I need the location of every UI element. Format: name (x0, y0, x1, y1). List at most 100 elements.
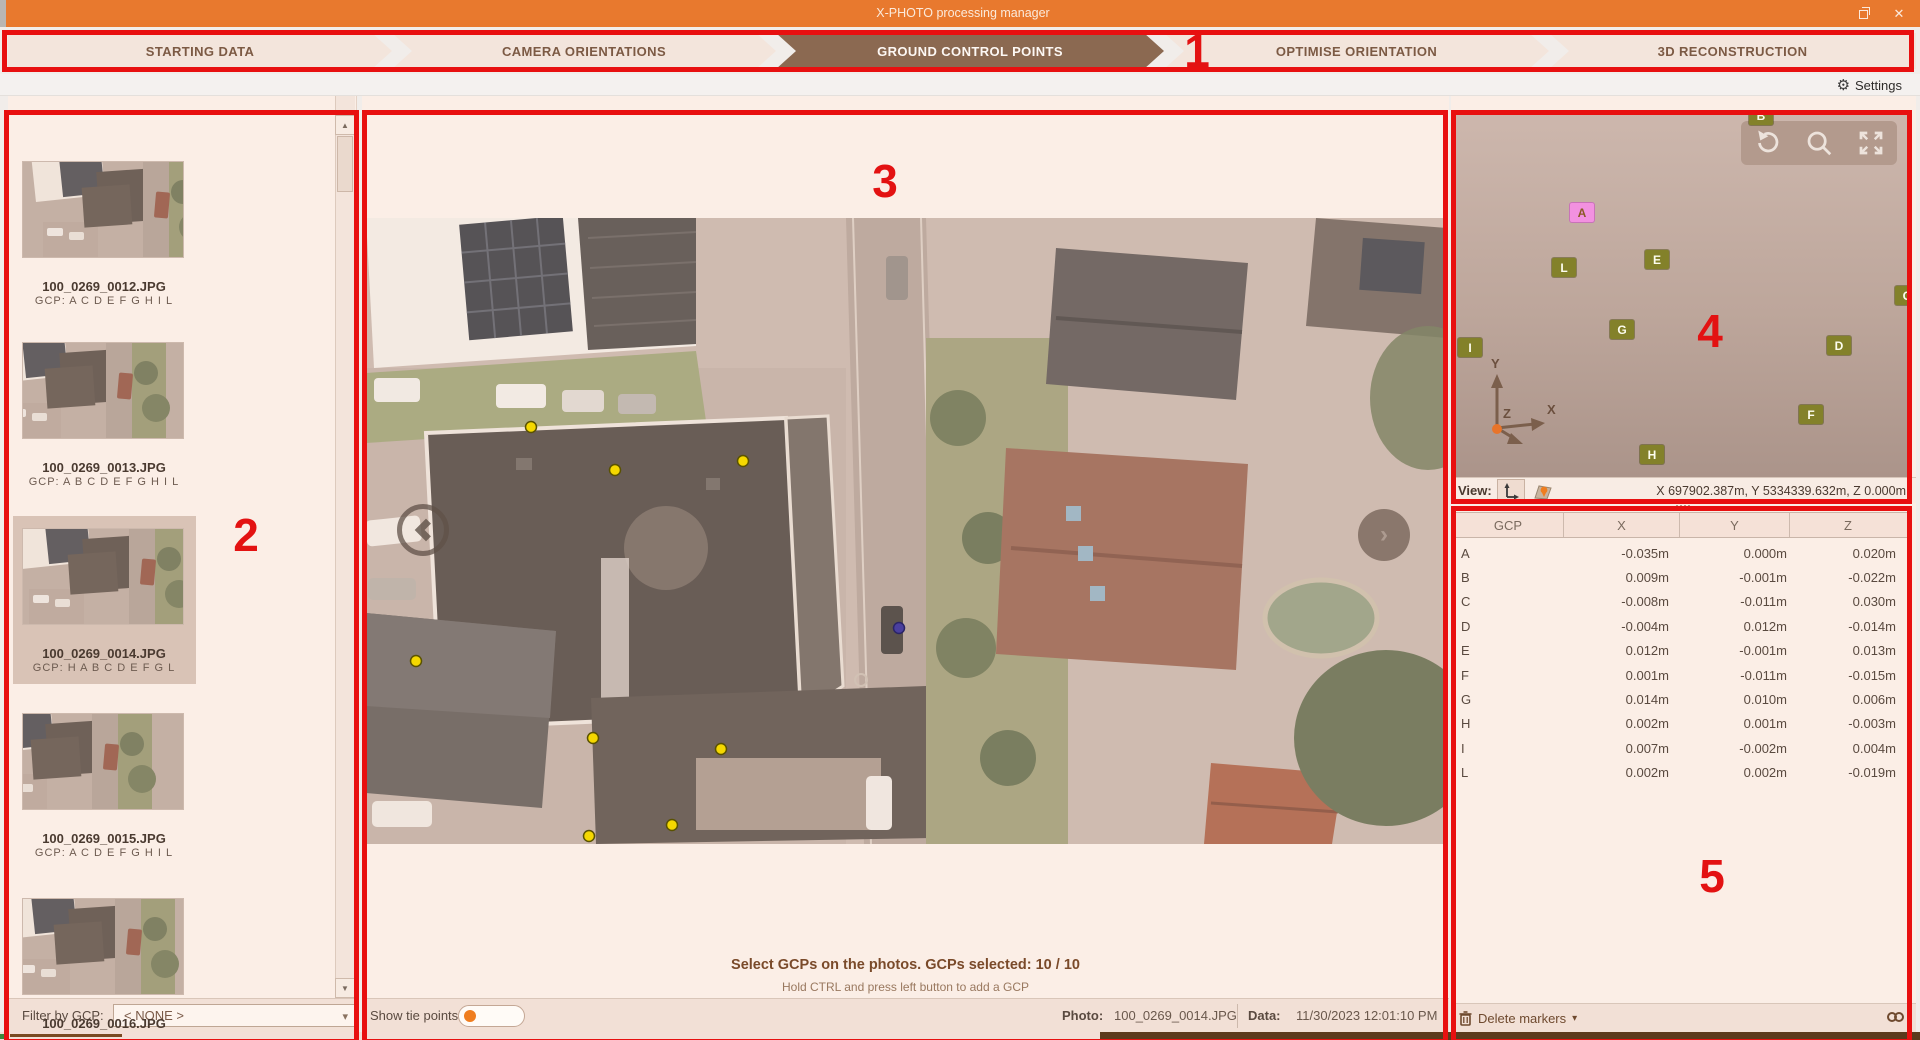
gcp-id-cell: B (1453, 565, 1563, 589)
gcp-marker-l[interactable]: L (1552, 258, 1576, 277)
gcp-id-cell: E (1453, 639, 1563, 663)
column-header-z[interactable]: Z (1789, 513, 1906, 537)
gcp-dot[interactable] (584, 831, 595, 842)
gcp-3d-canvas[interactable]: Y X Z B A E L C G I D F H (1453, 112, 1908, 477)
table-row[interactable]: C-0.008m-0.011m0.030m (1453, 590, 1912, 614)
gcp-dot[interactable] (610, 465, 621, 476)
zoom-icon[interactable] (1804, 128, 1834, 158)
cursor-coordinates: X 697902.387m, Y 5334339.632m, Z 0.000m (1656, 478, 1906, 504)
photo-filename: 100_0269_0016.JPG (8, 1016, 200, 1031)
photo-value: 100_0269_0014.JPG (1114, 999, 1237, 1032)
photo-thumbnail[interactable] (23, 343, 183, 438)
gcp-id-cell: F (1453, 663, 1563, 687)
table-row[interactable]: D-0.004m0.012m-0.014m (1453, 614, 1912, 638)
fullscreen-icon[interactable] (1856, 128, 1886, 158)
svg-text:X: X (1547, 402, 1556, 417)
gcp-dot[interactable] (738, 456, 749, 467)
photo-thumbnail[interactable] (23, 714, 183, 809)
photo-filename: 100_0269_0013.JPG (8, 460, 200, 475)
photo-thumbnail[interactable] (23, 899, 183, 994)
gcp-value-cell: 0.004m (1789, 736, 1906, 760)
aerial-photo-canvas[interactable] (366, 218, 1447, 844)
gcp-marker-a[interactable]: A (1570, 203, 1594, 222)
table-row[interactable]: B0.009m-0.001m-0.022m (1453, 565, 1912, 589)
photo-list-panel: ▲ ▼ Filter by GCP: < NONE > ▾ 100_0269_0… (8, 96, 357, 1032)
gcp-marker-g[interactable]: G (1610, 320, 1634, 339)
scroll-up-button[interactable]: ▲ (335, 115, 355, 135)
column-header-y[interactable]: Y (1679, 513, 1789, 537)
step-3d-reconstruction[interactable]: 3D RECONSTRUCTION (1549, 33, 1916, 69)
gcp-marker-b[interactable]: B (1749, 112, 1773, 125)
view-mode-bar: View: X 697902.387m, Y 5334339.632m, Z 0… (1451, 477, 1916, 503)
next-photo-button[interactable]: › (1358, 509, 1410, 561)
step-camera-orientations[interactable]: CAMERA ORIENTATIONS (392, 33, 776, 69)
gcp-value-cell: -0.011m (1679, 663, 1789, 687)
gcp-marker-h[interactable]: H (1640, 445, 1664, 464)
gcp-value-cell: 0.020m (1789, 541, 1906, 565)
gcp-value-cell: 0.014m (1563, 687, 1679, 711)
gcp-dot[interactable] (588, 733, 599, 744)
taskbar-green-dot (0, 1034, 4, 1039)
close-window-button[interactable]: ✕ (1882, 5, 1916, 23)
photo-thumbnail[interactable] (23, 162, 183, 257)
gcp-marker-d[interactable]: D (1827, 336, 1851, 355)
data-value: 11/30/2023 12:01:10 PM (1296, 999, 1437, 1032)
table-row[interactable]: I0.007m-0.002m0.004m (1453, 736, 1912, 760)
gcp-marker-e[interactable]: E (1645, 250, 1669, 269)
toggle-knob (464, 1010, 476, 1022)
step-starting-data[interactable]: STARTING DATA (8, 33, 392, 69)
gcp-marker-c[interactable]: C (1895, 286, 1908, 305)
settings-button[interactable]: ⚙ Settings (1837, 74, 1902, 96)
scrollbar-thumb[interactable] (337, 136, 353, 192)
column-header-x[interactable]: X (1563, 513, 1679, 537)
taskbar-line (10, 1034, 122, 1037)
app-window: X-PHOTO processing manager ✕ STARTING DA… (0, 0, 1920, 1040)
panel-splitter[interactable] (1648, 505, 1718, 510)
reset-rotation-icon[interactable] (1752, 128, 1782, 158)
gcp-dot[interactable] (411, 656, 422, 667)
gcp-dot[interactable] (526, 422, 537, 433)
chevron-left-icon (415, 519, 438, 542)
photo-thumbnail[interactable] (23, 529, 183, 624)
chevron-down-icon: ▾ (342, 1007, 348, 1028)
restore-window-button[interactable] (1846, 5, 1880, 23)
table-row[interactable]: A-0.035m0.000m0.020m (1453, 541, 1912, 565)
gcp-value-cell: 0.002m (1563, 761, 1679, 785)
previous-photo-button[interactable] (397, 504, 449, 556)
gcp-marker-i[interactable]: I (1458, 338, 1482, 357)
viewer-status-bar: Show tie points Photo: 100_0269_0014.JPG… (362, 998, 1449, 1032)
table-row[interactable]: F0.001m-0.011m-0.015m (1453, 663, 1912, 687)
view-mode-axes-button[interactable] (1497, 479, 1525, 503)
gcp-id-cell: A (1453, 541, 1563, 565)
table-row[interactable]: E0.012m-0.001m0.013m (1453, 639, 1912, 663)
taskbar-strip-left (0, 1032, 1100, 1040)
restore-icon (1859, 10, 1868, 19)
gcp-dot[interactable] (667, 820, 678, 831)
gcp-value-cell: -0.008m (1563, 590, 1679, 614)
photo-viewer-panel: › Select GCPs on the photos. GCPs select… (362, 96, 1449, 1032)
gcp-value-cell: -0.022m (1789, 565, 1906, 589)
table-row[interactable]: H0.002m0.001m-0.003m (1453, 712, 1912, 736)
show-tie-points-toggle[interactable] (458, 1005, 525, 1027)
gcp-marker-f[interactable]: F (1799, 405, 1823, 424)
gcp-id-cell: H (1453, 712, 1563, 736)
link-markers-icon[interactable] (1887, 1012, 1904, 1022)
table-row[interactable]: G0.014m0.010m0.006m (1453, 687, 1912, 711)
view-mode-map-button[interactable] (1529, 479, 1557, 503)
title-bar: X-PHOTO processing manager ✕ (0, 0, 1920, 27)
view-toolbar (1741, 121, 1897, 165)
delete-markers-button[interactable]: Delete markers ▾ (1459, 1004, 1577, 1033)
tie-point-dot[interactable] (894, 623, 905, 634)
photo-list-scrollbar[interactable] (335, 96, 355, 998)
step-ground-control-points[interactable]: GROUND CONTROL POINTS (776, 33, 1164, 69)
step-optimise-orientation[interactable]: OPTIMISE ORIENTATION (1164, 33, 1549, 69)
settings-row: ⚙ Settings (0, 74, 1920, 96)
taskbar-strip-right (1100, 1032, 1920, 1040)
gcp-dot[interactable] (716, 744, 727, 755)
scroll-down-button[interactable]: ▼ (335, 978, 355, 998)
table-row[interactable]: L0.002m0.002m-0.019m (1453, 761, 1912, 785)
divider (1237, 1004, 1238, 1028)
show-tie-points-label: Show tie points (370, 999, 458, 1032)
axes-gizmo: Y X Z (1467, 352, 1557, 452)
column-header-gcp[interactable]: GCP (1453, 513, 1563, 537)
